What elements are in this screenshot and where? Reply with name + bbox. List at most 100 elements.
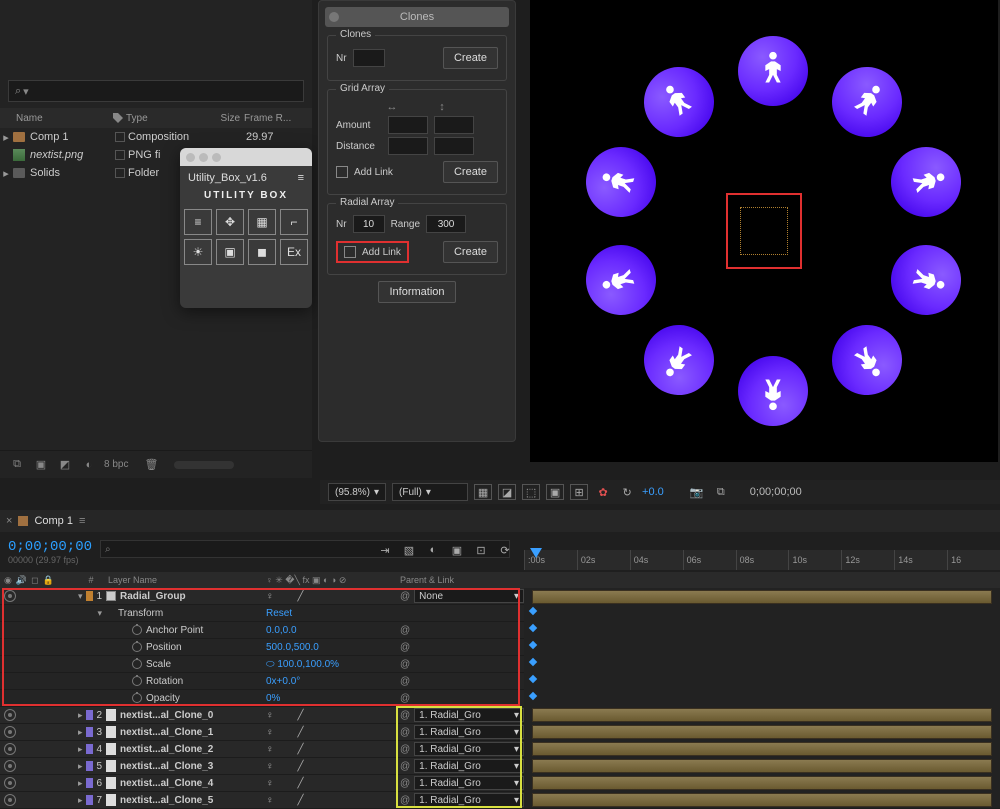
visibility-icon[interactable]: [4, 794, 16, 806]
snapshot-icon[interactable]: 📷: [688, 484, 706, 500]
radial-nr-input[interactable]: [353, 215, 385, 233]
keyframe-marker[interactable]: [529, 607, 537, 615]
shy-toggle-icon[interactable]: ⇥: [376, 542, 394, 558]
exposure-value[interactable]: +0.0: [642, 486, 664, 498]
zoom-dropdown[interactable]: (95.8%)▾: [328, 483, 386, 501]
layer-bar[interactable]: [532, 776, 992, 790]
layer-bar[interactable]: [532, 793, 992, 807]
render-icon[interactable]: ⟳: [496, 542, 514, 558]
draft3d-icon[interactable]: ⊡: [472, 542, 490, 558]
parent-dropdown[interactable]: 1. Radial_Gro▾: [414, 776, 524, 790]
pickwhip-icon[interactable]: @: [400, 744, 410, 755]
window-min-icon[interactable]: [199, 153, 208, 162]
stopwatch-icon[interactable]: [132, 659, 142, 669]
preview-timecode[interactable]: 0;00;00;00: [750, 486, 802, 498]
radial-range-input[interactable]: [426, 215, 466, 233]
pickwhip-icon[interactable]: @: [400, 693, 410, 704]
visibility-icon[interactable]: [4, 777, 16, 789]
visibility-icon[interactable]: [4, 743, 16, 755]
col-framerate[interactable]: Frame R...: [244, 113, 312, 124]
current-time-indicator[interactable]: [530, 548, 542, 558]
parent-dropdown[interactable]: 1. Radial_Gro▾: [414, 742, 524, 756]
ruler-tick[interactable]: 06s: [683, 550, 736, 570]
ruler-tick[interactable]: 08s: [736, 550, 789, 570]
tab-menu-icon[interactable]: ≡: [79, 515, 85, 527]
layer-bar[interactable]: [532, 759, 992, 773]
tag-swatch[interactable]: [115, 168, 125, 178]
stopwatch-icon[interactable]: [132, 676, 142, 686]
stopwatch-icon[interactable]: [132, 642, 142, 652]
col-tag[interactable]: [110, 113, 126, 123]
pickwhip-icon[interactable]: @: [400, 761, 410, 772]
layername-col[interactable]: Layer Name: [104, 575, 262, 585]
visibility-icon[interactable]: [4, 726, 16, 738]
ruler-tick[interactable]: 14s: [894, 550, 947, 570]
show-snapshot-icon[interactable]: ⧉: [712, 484, 730, 500]
grid-addlink-checkbox[interactable]: [336, 166, 348, 178]
radial-clone-orb[interactable]: [630, 312, 728, 410]
layer-bar[interactable]: [532, 742, 992, 756]
pickwhip-icon[interactable]: @: [400, 676, 410, 687]
ruler-tick[interactable]: 12s: [841, 550, 894, 570]
layer-bar[interactable]: [532, 708, 992, 722]
trash-icon[interactable]: 🗑: [142, 456, 160, 474]
radial-create-button[interactable]: Create: [443, 241, 498, 263]
col-type[interactable]: Type: [126, 113, 196, 124]
utility-titlebar[interactable]: [180, 148, 312, 166]
thumbnail-slider[interactable]: [174, 461, 234, 469]
grid-create-button[interactable]: Create: [443, 161, 498, 183]
radial-clone-orb[interactable]: [577, 137, 665, 225]
close-tab-icon[interactable]: ×: [6, 515, 12, 527]
mask-toggle-icon[interactable]: ◪: [498, 484, 516, 500]
switches-col[interactable]: ♀ ✳ �╲ fx ▣ ◐ ◑ ⊘: [262, 575, 396, 586]
motion-blur-toggle-icon[interactable]: ◐: [424, 542, 442, 558]
tag-swatch[interactable]: [115, 132, 125, 142]
visibility-icon[interactable]: [4, 709, 16, 721]
audio-col-icon[interactable]: 🔊: [16, 575, 27, 586]
radial-clone-orb[interactable]: [738, 356, 808, 426]
keyframe-marker[interactable]: [529, 658, 537, 666]
anchor-icon[interactable]: ✥: [216, 209, 244, 235]
pickwhip-icon[interactable]: @: [400, 727, 410, 738]
radial-clone-orb[interactable]: [819, 53, 917, 151]
resolution-dropdown[interactable]: (Full)▾: [392, 483, 468, 501]
layer-bar[interactable]: [532, 725, 992, 739]
visibility-icon[interactable]: [4, 590, 16, 602]
parent-col[interactable]: Parent & Link: [396, 575, 524, 585]
ruler-tick[interactable]: 10s: [788, 550, 841, 570]
grid-icon[interactable]: ▦: [248, 209, 276, 235]
camera-icon[interactable]: ◼: [248, 239, 276, 265]
col-size[interactable]: Size: [196, 113, 244, 124]
tab-comp1[interactable]: Comp 1 ≡: [18, 515, 85, 527]
visibility-col-icon[interactable]: ◉: [4, 575, 12, 586]
radial-clone-orb[interactable]: [630, 53, 728, 151]
col-name[interactable]: Name: [0, 113, 110, 124]
window-max-icon[interactable]: [212, 153, 221, 162]
pickwhip-icon[interactable]: @: [400, 778, 410, 789]
window-close-icon[interactable]: [186, 153, 195, 162]
keyframe-marker[interactable]: [529, 675, 537, 683]
channel-icon[interactable]: ⊞: [570, 484, 588, 500]
time-ruler[interactable]: :00s02s04s06s08s10s12s14s16: [524, 550, 1000, 570]
frame-blend-icon[interactable]: ▧: [400, 542, 418, 558]
ex-icon[interactable]: Ex: [280, 239, 308, 265]
pickwhip-icon[interactable]: @: [400, 710, 410, 721]
stopwatch-icon[interactable]: [132, 693, 142, 703]
roi-icon[interactable]: ⬚: [522, 484, 540, 500]
parent-dropdown[interactable]: None▾: [414, 589, 524, 603]
panel-menu-icon[interactable]: ≡: [298, 172, 304, 184]
grid-amount-y-input[interactable]: [434, 116, 474, 134]
color-mgmt-icon[interactable]: ✿: [594, 484, 612, 500]
visibility-icon[interactable]: [4, 760, 16, 772]
parent-dropdown[interactable]: 1. Radial_Gro▾: [414, 759, 524, 773]
keyframe-marker[interactable]: [529, 692, 537, 700]
radial-addlink-checkbox[interactable]: [344, 246, 356, 258]
new-comp-icon[interactable]: ◩: [56, 456, 74, 474]
lock-col-icon[interactable]: 🔒: [43, 575, 54, 586]
information-button[interactable]: Information: [378, 281, 455, 303]
layer-color-swatch[interactable]: [106, 591, 116, 601]
project-search-input[interactable]: ⌕▾: [8, 80, 304, 102]
tag-swatch[interactable]: [115, 150, 125, 160]
parent-dropdown[interactable]: 1. Radial_Gro▾: [414, 708, 524, 722]
align-icon[interactable]: ≡: [184, 209, 212, 235]
